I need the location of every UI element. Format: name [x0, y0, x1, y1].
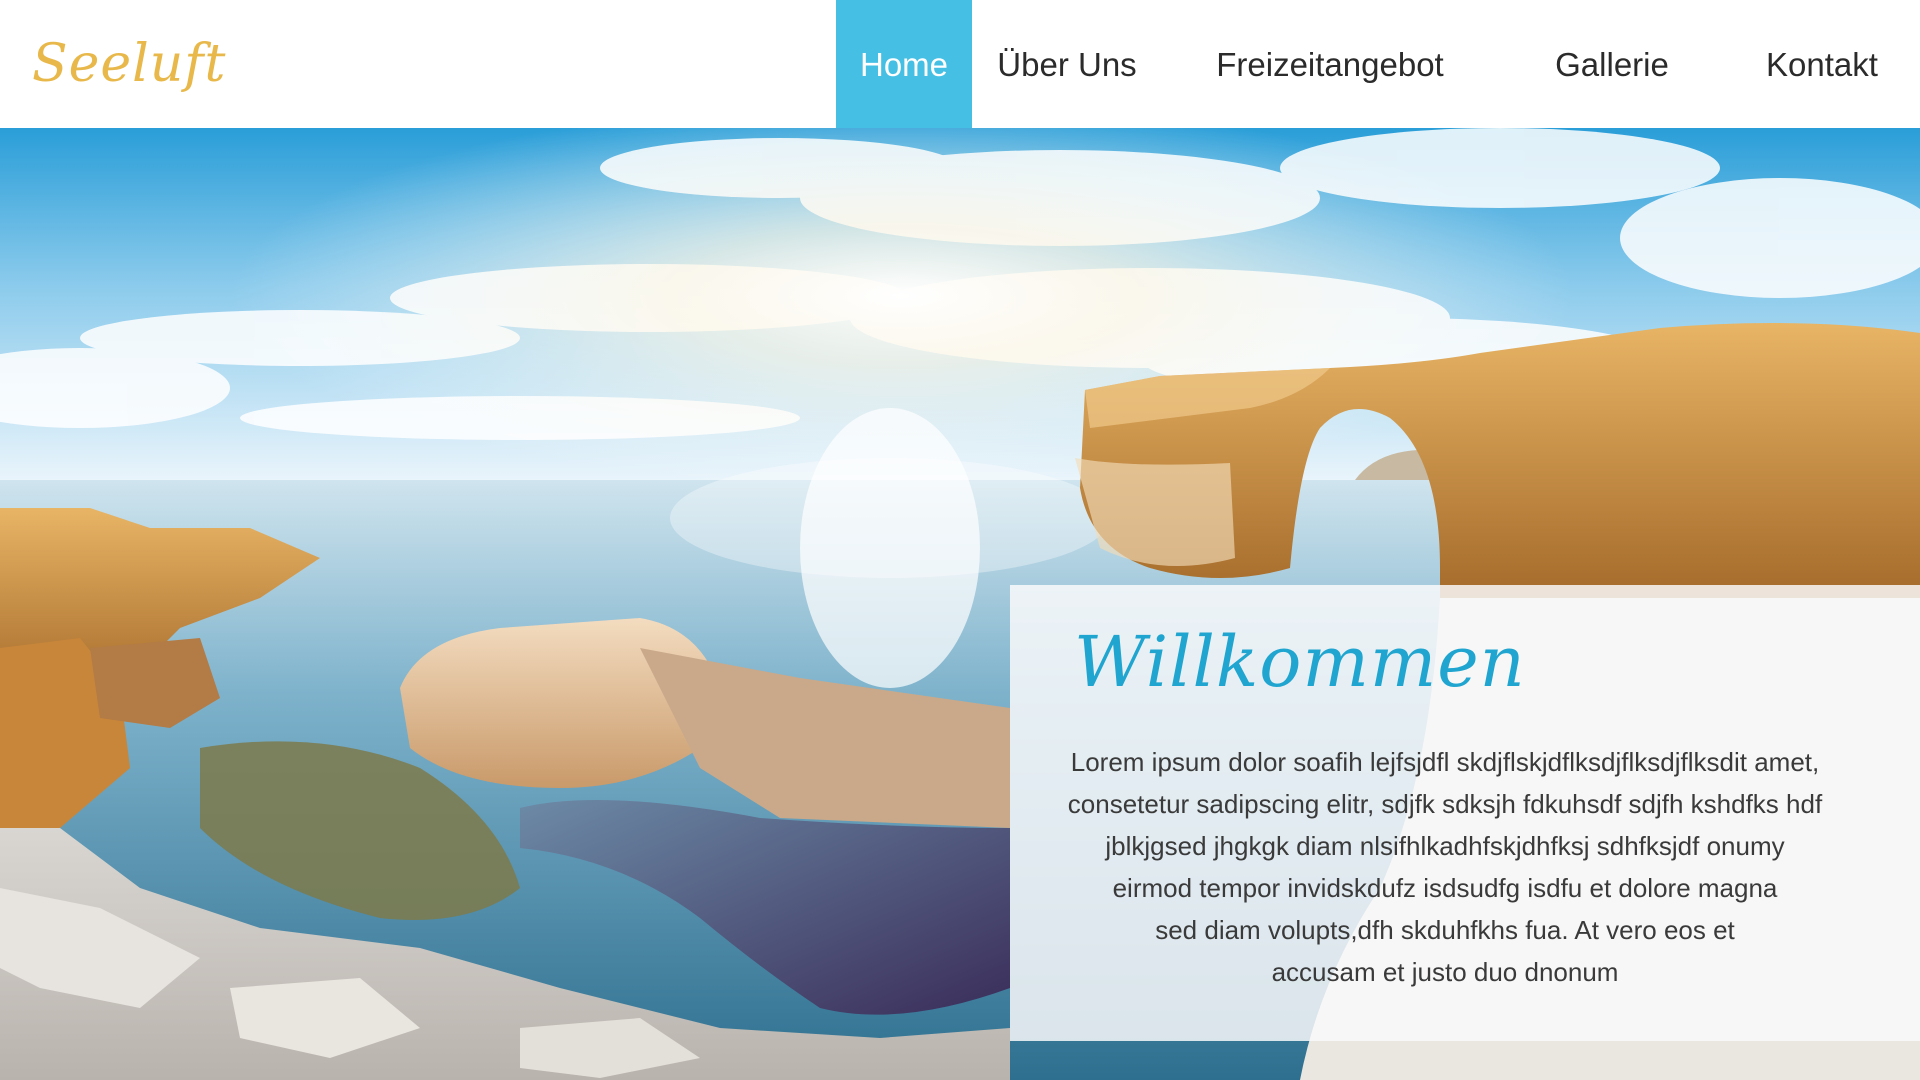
nav-item-gallerie[interactable]: Gallerie — [1532, 0, 1692, 128]
welcome-text-line: accusam et justo duo dnonum — [1271, 957, 1619, 987]
welcome-text-line: Lorem ipsum dolor soafih lejfsjdfl skdjf… — [1070, 747, 1820, 777]
welcome-title: Willkommen — [1074, 621, 1526, 703]
welcome-text: Lorem ipsum dolor soafih lejfsjdfl skdjf… — [1040, 741, 1850, 993]
welcome-text-line: eirmod tempor invidskdufz isdsudfg isdfu… — [1112, 873, 1778, 903]
welcome-card: Willkommen Lorem ipsum dolor soafih lejf… — [1010, 585, 1920, 1041]
welcome-text-line: consetetur sadipscing elitr, sdjfk sdksj… — [1067, 789, 1823, 819]
site-logo[interactable]: Seeluft — [32, 34, 226, 94]
site-header: Seeluft Home Über Uns Freizeitangebot Ga… — [0, 0, 1920, 128]
nav-item-freizeitangebot[interactable]: Freizeitangebot — [1180, 0, 1480, 128]
welcome-text-line: sed diam volupts,dfh skduhfkhs fua. At v… — [1155, 915, 1735, 945]
welcome-text-line: jblkjgsed jhgkgk diam nlsifhlkadhfskjdhf… — [1105, 831, 1785, 861]
nav-item-ueber-uns[interactable]: Über Uns — [982, 0, 1152, 128]
nav-item-kontakt[interactable]: Kontakt — [1742, 0, 1902, 128]
nav-item-home[interactable]: Home — [836, 0, 972, 128]
